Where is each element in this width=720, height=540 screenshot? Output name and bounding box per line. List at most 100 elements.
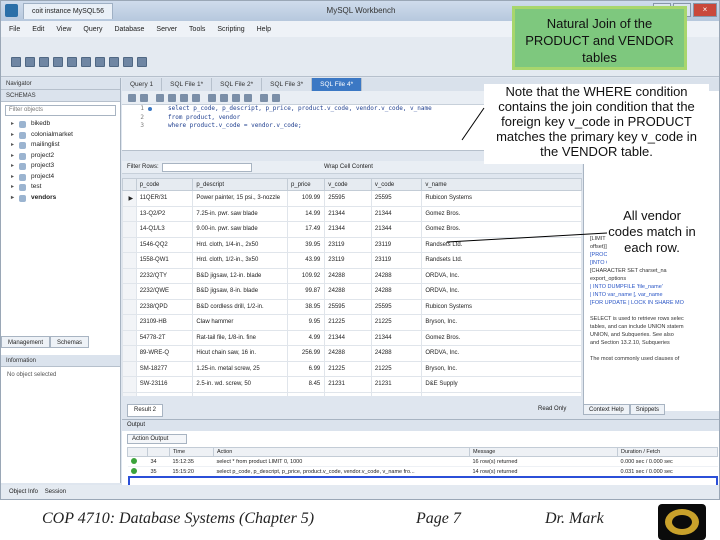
table-cell[interactable]: 23119	[370, 236, 423, 253]
row-selector[interactable]	[122, 252, 137, 269]
table-cell[interactable]: 21344	[324, 205, 372, 222]
schema-item[interactable]: ▸ vendors	[1, 193, 120, 204]
table-cell[interactable]: Bryson, Inc.	[421, 360, 582, 377]
code-text[interactable]: select p_code, p_descript, p_price, prod…	[168, 105, 432, 114]
table-cell[interactable]: D&E Supply	[421, 376, 582, 393]
table-cell[interactable]: ORDVA, Inc.	[421, 345, 582, 362]
output-row[interactable]: 34 15:12:35 select * from product LIMIT 0,…	[127, 456, 718, 467]
table-cell[interactable]: Gomez Bros.	[421, 221, 582, 238]
beautify-icon[interactable]	[260, 94, 268, 102]
rollback-icon[interactable]	[232, 94, 240, 102]
code-text[interactable]: from product, vendor	[168, 114, 240, 123]
table-cell[interactable]: SW-23116	[135, 376, 194, 393]
editor-tab[interactable]: SQL File 1*	[162, 78, 213, 91]
table-cell[interactable]: 25595	[370, 391, 423, 396]
menu-edit[interactable]: Edit	[32, 26, 44, 33]
table-cell[interactable]: Rubicon Systems	[421, 190, 582, 207]
table-row[interactable]: 23109-HB Claw hammer 9.95 21225 21225 Bryson,…	[122, 314, 582, 331]
table-cell[interactable]: 21344	[370, 221, 423, 238]
table-cell[interactable]: Rat-tail file, 1/8-in. fine	[192, 329, 288, 346]
table-cell[interactable]: 8.45	[286, 376, 326, 393]
menu-view[interactable]: View	[56, 26, 71, 33]
row-selector[interactable]	[122, 329, 137, 346]
table-cell[interactable]: 9.00-in. pwr. saw blade	[192, 221, 288, 238]
output-type-select[interactable]: Action Output	[127, 434, 187, 444]
schema-item[interactable]: ▸ project4	[1, 172, 120, 183]
result-grid[interactable]: p_code p_descript p_price v_code v_code v_nam…	[122, 178, 582, 396]
table-cell[interactable]: 21344	[370, 205, 423, 222]
column-header[interactable]: p_price	[286, 178, 326, 191]
table-cell[interactable]: 43.99	[286, 252, 326, 269]
column-header[interactable]: v_code	[324, 178, 372, 191]
new-sql-tab-icon[interactable]	[11, 57, 21, 67]
table-cell[interactable]: 24288	[324, 345, 372, 362]
table-cell[interactable]: Rubicon Systems	[421, 298, 582, 315]
table-cell[interactable]: 23109-HB	[135, 314, 194, 331]
table-cell[interactable]: 39.95	[286, 236, 326, 253]
table-cell[interactable]: 1546-QQ2	[135, 236, 194, 253]
table-cell[interactable]: 25595	[370, 298, 423, 315]
schema-inspector-icon[interactable]	[39, 57, 49, 67]
table-cell[interactable]: 24288	[370, 283, 423, 300]
table-row[interactable]: WR3/TT3Steel matting, 4'x8'x1/6", .5" me…	[122, 391, 582, 396]
commit-icon[interactable]	[220, 94, 228, 102]
menu-query[interactable]: Query	[83, 26, 102, 33]
table-cell[interactable]: 14.99	[286, 205, 326, 222]
table-cell[interactable]: 2238/QPD	[135, 298, 194, 315]
stop-icon[interactable]	[192, 94, 200, 102]
menu-help[interactable]: Help	[257, 26, 271, 33]
schema-item[interactable]: ▸ mailinglist	[1, 140, 120, 151]
row-selector[interactable]	[122, 376, 137, 393]
expand-arrow-icon[interactable]: ▸	[11, 161, 14, 172]
row-selector[interactable]	[122, 236, 137, 253]
expand-arrow-icon[interactable]: ▸	[11, 193, 14, 204]
tab-object-info[interactable]: Object Info	[9, 489, 38, 495]
row-selector[interactable]: ▶	[122, 190, 137, 207]
table-cell[interactable]: SM-18277	[135, 360, 194, 377]
table-cell[interactable]: 21225	[324, 360, 372, 377]
table-cell[interactable]: 21225	[370, 360, 423, 377]
table-cell[interactable]: Randsets Ltd.	[421, 236, 582, 253]
autocommit-icon[interactable]	[244, 94, 252, 102]
execute-current-icon[interactable]	[168, 94, 176, 102]
column-header[interactable]: v_name	[421, 178, 582, 191]
menu-tools[interactable]: Tools	[189, 26, 205, 33]
row-selector[interactable]	[122, 360, 137, 377]
tab-snippets[interactable]: Snippets	[629, 404, 666, 415]
table-cell[interactable]: Hrd. cloth, 1/4-in., 2x50	[192, 236, 288, 253]
table-cell[interactable]: 21225	[370, 314, 423, 331]
table-cell[interactable]: 21344	[370, 329, 423, 346]
menu-file[interactable]: File	[9, 26, 20, 33]
expand-arrow-icon[interactable]: ▸	[11, 151, 14, 162]
table-cell[interactable]: 23119	[324, 252, 372, 269]
table-cell[interactable]: 21231	[370, 376, 423, 393]
table-cell[interactable]: WR3/TT3	[135, 391, 194, 396]
close-button[interactable]: ×	[693, 3, 717, 17]
table-row[interactable]: 1558-QW1 Hrd. cloth, 1/2-in., 3x50 43.99 23…	[122, 252, 582, 269]
table-row[interactable]: 2232/QWE B&D jigsaw, 8-in. blade 99.87 2428…	[122, 283, 582, 300]
table-cell[interactable]: 13-Q2/P2	[135, 205, 194, 222]
tab-context-help[interactable]: Context Help	[583, 404, 630, 415]
expand-arrow-icon[interactable]: ▸	[11, 140, 14, 151]
expand-arrow-icon[interactable]: ▸	[11, 172, 14, 183]
explain-icon[interactable]	[180, 94, 188, 102]
table-row[interactable]: 54778-2T Rat-tail file, 1/8-in. fine 4.99 2…	[122, 329, 582, 346]
table-row[interactable]: 2238/QPD B&D cordless drill, 1/2-in. 38.95…	[122, 298, 582, 315]
table-row[interactable]: 13-Q2/P2 7.25-in. pwr. saw blade 14.99 2134…	[122, 205, 582, 222]
create-table-icon[interactable]	[67, 57, 77, 67]
table-cell[interactable]: Bryson, Inc.	[421, 314, 582, 331]
row-selector[interactable]	[122, 391, 137, 396]
table-cell[interactable]: 24288	[324, 267, 372, 284]
expand-arrow-icon[interactable]: ▸	[11, 130, 14, 141]
table-row[interactable]: ▶ 11QER/31 Power painter, 15 psi., 3-nozzl…	[122, 190, 582, 207]
schema-item[interactable]: ▸ bikedb	[1, 119, 120, 130]
table-cell[interactable]: ORDVA, Inc.	[421, 267, 582, 284]
table-cell[interactable]: 54778-2T	[135, 329, 194, 346]
editor-tab[interactable]: SQL File 2*	[212, 78, 263, 91]
menu-server[interactable]: Server	[156, 26, 177, 33]
table-cell[interactable]: Hrd. cloth, 1/2-in., 3x50	[192, 252, 288, 269]
editor-tab[interactable]: Query 1	[122, 78, 163, 91]
editor-tab[interactable]: SQL File 4*	[312, 78, 363, 91]
create-schema-icon[interactable]	[53, 57, 63, 67]
table-cell[interactable]: 14-Q1/L3	[135, 221, 194, 238]
